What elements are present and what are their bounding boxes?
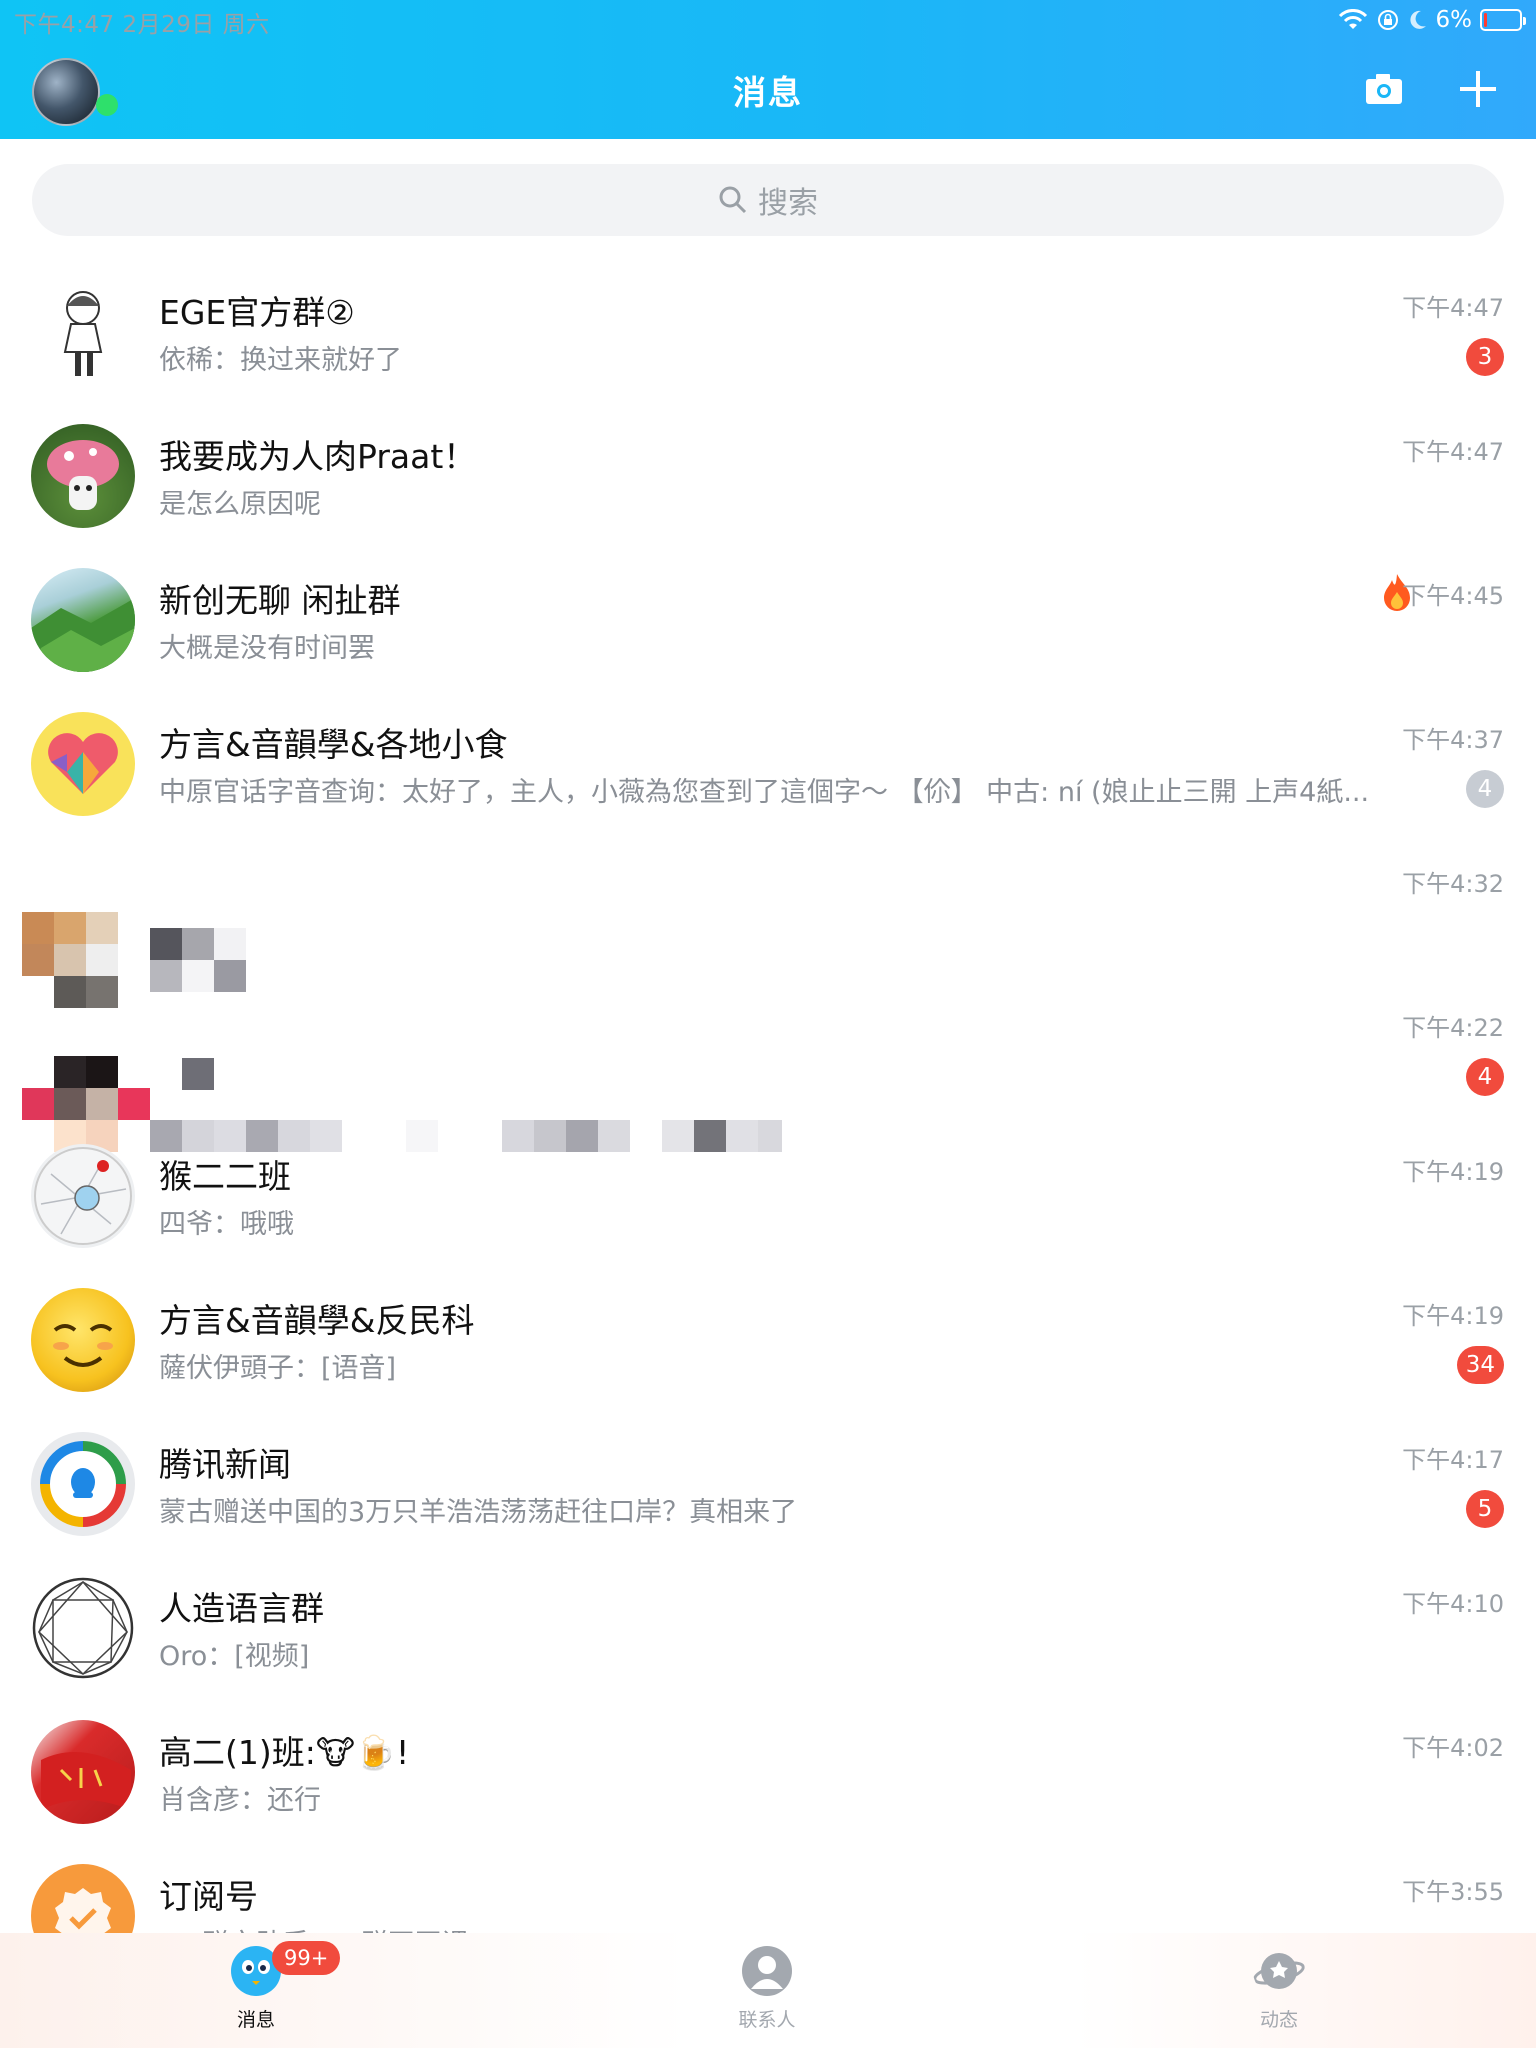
conversation-preview: 依稀：换过来就好了 <box>159 345 402 376</box>
unread-badge: 5 <box>1466 1490 1504 1528</box>
conversation-row-redacted[interactable]: 下午4:22 4 <box>0 976 1536 1152</box>
conversation-time: 下午4:02 <box>1402 1734 1504 1762</box>
search-placeholder: 搜索 <box>758 186 818 221</box>
avatar <box>31 1144 135 1248</box>
conversation-row[interactable]: 方言&音韻學&各地小食 中原官话字音查询：太好了，主人，小薇為您查到了這個字～ … <box>0 688 1536 832</box>
unread-badge: 34 <box>1456 1346 1504 1384</box>
avatar <box>31 424 135 528</box>
conversation-time: 下午4:10 <box>1402 1590 1504 1618</box>
conversation-time: 下午4:17 <box>1402 1446 1504 1474</box>
conversation-title: 我要成为人肉Praat！ <box>159 437 477 476</box>
conversation-time: 下午4:19 <box>1402 1158 1504 1186</box>
conversation-row[interactable]: 高二(1)班:🐮🍺! 肖含彦：还行 下午4:02 <box>0 1696 1536 1840</box>
tab-label: 动态 <box>1259 2009 1298 2031</box>
conversation-row[interactable]: 方言&音韻學&反民科 薩伏伊頭子：[语音] 下午4:19 34 <box>0 1264 1536 1408</box>
tab-label: 联系人 <box>738 2009 796 2031</box>
tab-label: 消息 <box>236 2009 275 2031</box>
battery-percent: 6% <box>1435 7 1473 33</box>
status-right: 6% <box>1338 4 1526 36</box>
conversation-row[interactable]: 订阅号 QQ群文助手 QQ群开网课... 下午3:55 <box>0 1840 1536 1933</box>
status-bar: 下午4:47 2月29日 周六 6% <box>0 0 1536 40</box>
conversation-preview: Oro：[视频] <box>159 1641 310 1672</box>
conversation-time: 下午4:37 <box>1402 726 1504 754</box>
avatar <box>31 568 135 672</box>
wifi-icon <box>1338 9 1367 29</box>
conversation-preview: 大概是没有时间罢 <box>159 633 375 664</box>
conversation-preview: 中原官话字音查询：太好了，主人，小薇為您查到了這個字～ 【伱】 中古: ní (… <box>159 777 1370 808</box>
tab-feed[interactable]: 动态 <box>1219 1945 1339 2032</box>
avatar <box>31 1288 135 1392</box>
conversation-title: 方言&音韻學&反民科 <box>159 1301 475 1340</box>
search-bar[interactable]: 搜索 <box>32 164 1504 236</box>
conversation-time: 下午4:47 <box>1402 294 1504 322</box>
conversation-row[interactable]: 我要成为人肉Praat！ 是怎么原因呢 下午4:47 <box>0 400 1536 544</box>
planet-icon <box>1253 1953 1305 1989</box>
conversation-title: 人造语言群 <box>159 1589 324 1628</box>
status-time-date: 下午4:47 2月29日 周六 <box>14 12 270 38</box>
orientation-lock-icon <box>1377 10 1398 30</box>
conversation-time: 下午4:22 <box>1402 1014 1504 1042</box>
contacts-icon <box>742 1946 792 1996</box>
conversation-title: 腾讯新闻 <box>159 1445 291 1484</box>
conversation-list[interactable]: EGE官方群② 依稀：换过来就好了 下午4:47 3 我要成为人肉Praat！ … <box>0 256 1536 1933</box>
conversation-title: 订阅号 <box>159 1877 258 1916</box>
conversation-preview: 薩伏伊頭子：[语音] <box>159 1353 397 1384</box>
conversation-row[interactable]: EGE官方群② 依稀：换过来就好了 下午4:47 3 <box>0 256 1536 400</box>
tab-unread-badge: 99+ <box>272 1941 341 1975</box>
tab-bar: 消息 99+ 联系人 动态 <box>0 1933 1536 2048</box>
plus-icon <box>1460 71 1496 107</box>
tab-messages[interactable]: 消息 99+ <box>196 1941 341 2032</box>
conversation-row[interactable]: 猴二二班 四爷：哦哦 下午4:19 <box>0 1120 1536 1264</box>
battery-fill <box>1484 13 1487 27</box>
top-bar: 下午4:47 2月29日 周六 6% 消息 <box>0 0 1536 139</box>
add-button[interactable] <box>1451 62 1505 116</box>
battery-icon <box>1480 9 1526 31</box>
conversation-preview: 蒙古赠送中国的3万只羊浩浩荡荡赶往口岸？真相来了 <box>159 1497 798 1528</box>
page-title: 消息 <box>733 73 803 112</box>
conversation-preview: 四爷：哦哦 <box>159 1209 294 1240</box>
avatar <box>31 280 135 384</box>
conversation-row[interactable]: 腾讯新闻 蒙古赠送中国的3万只羊浩浩荡荡赶往口岸？真相来了 下午4:17 5 <box>0 1408 1536 1552</box>
unread-badge: 3 <box>1466 338 1504 376</box>
conversation-preview: 是怎么原因呢 <box>159 489 321 520</box>
search-icon <box>719 186 747 214</box>
conversation-title: 猴二二班 <box>159 1157 291 1196</box>
conversation-time: 下午4:19 <box>1402 1302 1504 1330</box>
avatar <box>31 1864 135 1933</box>
unread-badge: 4 <box>1466 1058 1504 1096</box>
conversation-time: 下午4:32 <box>1402 870 1504 898</box>
conversation-title: 方言&音韻學&各地小食 <box>159 725 508 764</box>
conversation-title: 新创无聊 闲扯群 <box>159 581 401 620</box>
conversation-time: 下午4:45 <box>1402 582 1504 610</box>
moon-icon <box>1409 10 1426 29</box>
conversation-preview: QQ群文助手 QQ群开网课... <box>159 1922 494 1933</box>
conversation-row[interactable]: 人造语言群 Oro：[视频] 下午4:10 <box>0 1552 1536 1696</box>
avatar <box>31 1720 135 1824</box>
tab-contacts[interactable]: 联系人 <box>707 1945 827 2032</box>
redacted-name <box>182 1058 214 1090</box>
conversation-title: EGE官方群② <box>159 293 355 332</box>
camera-icon <box>1366 74 1402 104</box>
conversation-preview: 肖含彦：还行 <box>159 1785 321 1816</box>
conversation-time: 下午4:47 <box>1402 438 1504 466</box>
avatar <box>31 1576 135 1680</box>
camera-button[interactable] <box>1357 62 1411 116</box>
avatar <box>31 712 135 816</box>
conversation-title: 高二(1)班:🐮🍺! <box>159 1733 410 1772</box>
conversation-time: 下午3:55 <box>1402 1878 1504 1906</box>
avatar <box>31 1432 135 1536</box>
unread-badge-muted: 4 <box>1466 770 1504 808</box>
conversation-row[interactable]: 新创无聊 闲扯群 大概是没有时间罢 下午4:45 <box>0 544 1536 688</box>
conversation-row-redacted[interactable]: 下午4:32 <box>0 832 1536 1008</box>
